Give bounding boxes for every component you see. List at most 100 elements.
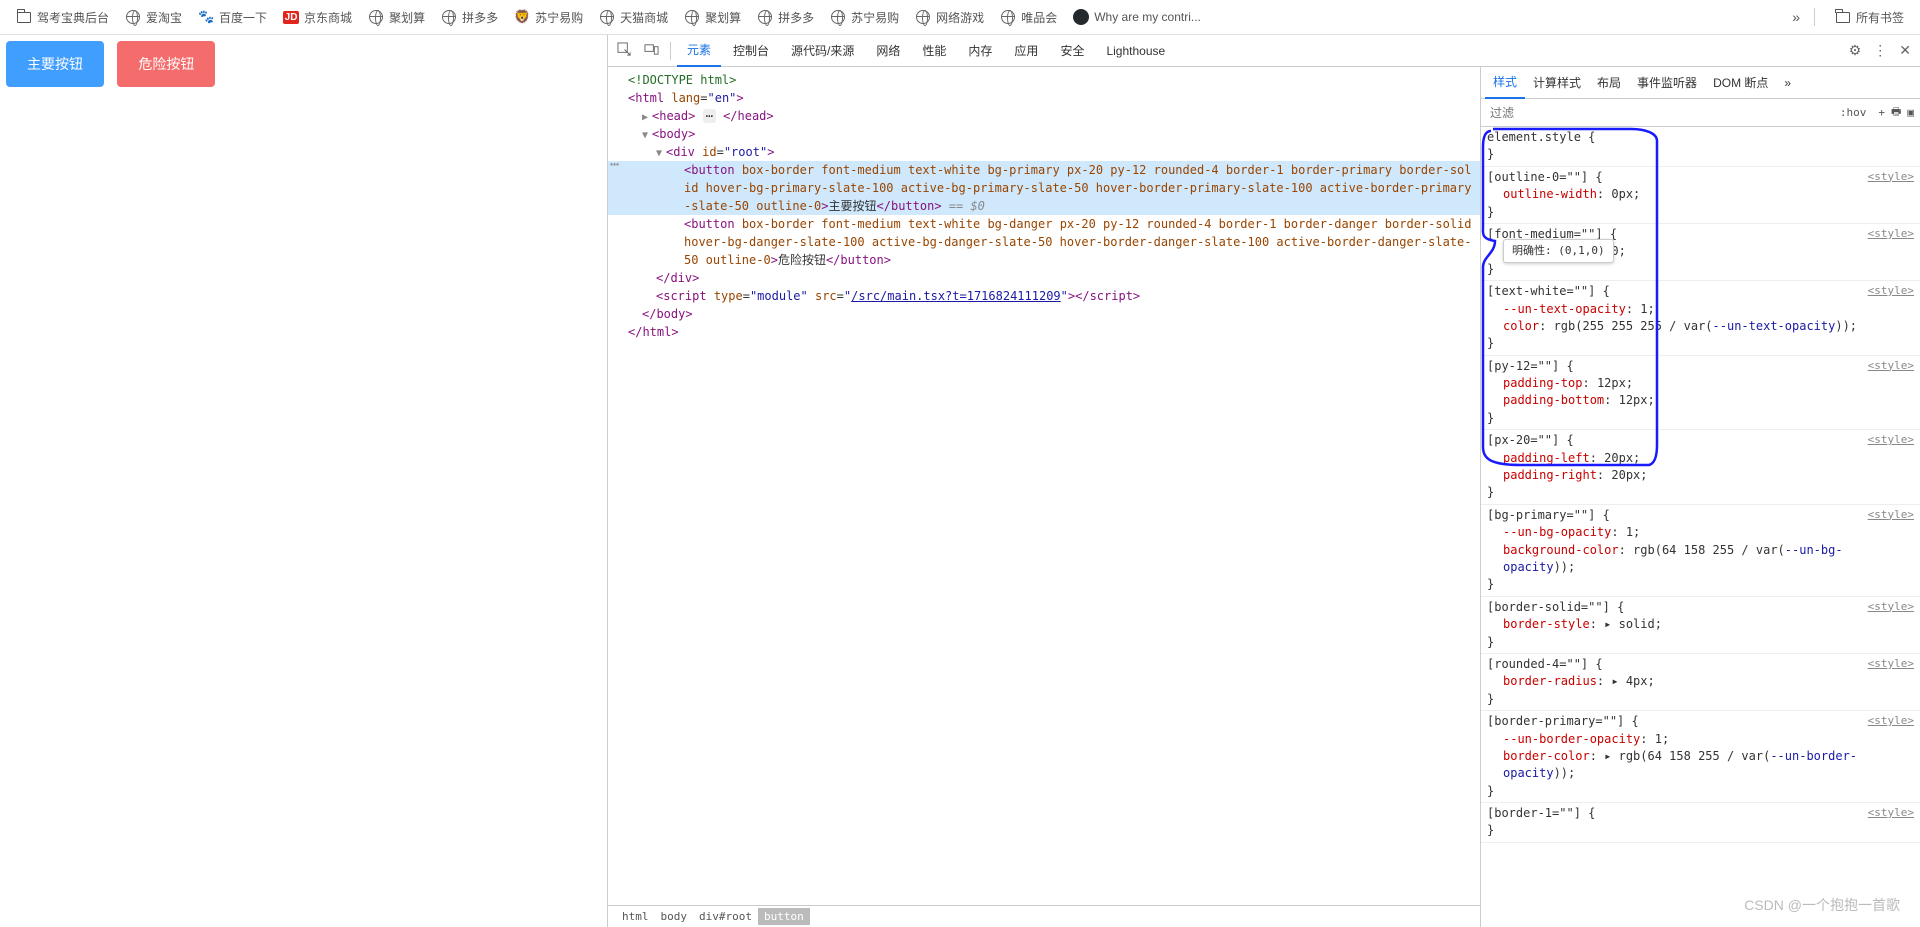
- bookmark-item[interactable]: 驾考宝典后台: [10, 6, 115, 29]
- dom-line[interactable]: <!DOCTYPE html>: [608, 71, 1480, 89]
- print-icon[interactable]: 🖶: [1891, 103, 1901, 122]
- dom-line[interactable]: ▶<head> ⋯ </head>: [608, 107, 1480, 125]
- devtools-body: <!DOCTYPE html><html lang="en">▶<head> ⋯…: [608, 67, 1920, 927]
- css-rule[interactable]: <style>[outline-0=""] {outline-width: 0p…: [1481, 167, 1920, 224]
- breadcrumb-item[interactable]: html: [616, 908, 655, 925]
- baidu-icon: 🐾: [198, 9, 214, 25]
- tab-network[interactable]: 网络: [866, 35, 910, 66]
- tab-application[interactable]: 应用: [1004, 35, 1048, 66]
- css-rule[interactable]: <style>[border-1=""] {}: [1481, 803, 1920, 843]
- dom-line[interactable]: <button box-border font-medium text-whit…: [608, 161, 1480, 215]
- dom-line[interactable]: </body>: [608, 305, 1480, 323]
- device-icon[interactable]: [639, 37, 664, 65]
- css-rule[interactable]: <style>[rounded-4=""] {border-radius: ▸ …: [1481, 654, 1920, 711]
- dom-line[interactable]: ▼<div id="root">: [608, 143, 1480, 161]
- bookmark-item[interactable]: Why are my contri...: [1067, 6, 1207, 28]
- tab-memory[interactable]: 内存: [958, 35, 1002, 66]
- box-icon[interactable]: ▣: [1907, 106, 1914, 119]
- bookmark-label: 苏宁易购: [535, 9, 583, 26]
- bookmark-item[interactable]: JD 京东商城: [277, 6, 358, 29]
- bookmark-overflow[interactable]: »: [1792, 9, 1800, 25]
- bookmark-label: 网络游戏: [936, 9, 984, 26]
- tab-lighthouse[interactable]: Lighthouse: [1096, 37, 1175, 65]
- tab-console[interactable]: 控制台: [723, 35, 779, 66]
- tab-sources[interactable]: 源代码/来源: [781, 35, 864, 66]
- bookmark-label: 天猫商城: [620, 9, 668, 26]
- dom-line[interactable]: <html lang="en">: [608, 89, 1480, 107]
- breadcrumb-item[interactable]: div#root: [693, 908, 758, 925]
- bookmark-label: 爱淘宝: [146, 9, 182, 26]
- dom-line[interactable]: <script type="module" src="/src/main.tsx…: [608, 287, 1480, 305]
- gear-icon[interactable]: ⚙: [1844, 37, 1867, 64]
- globe-icon: [684, 9, 700, 25]
- bookmark-item[interactable]: 🦁苏宁易购: [508, 6, 589, 29]
- jd-icon: JD: [283, 9, 299, 25]
- dom-line[interactable]: ▼<body>: [608, 125, 1480, 143]
- tab-styles[interactable]: 样式: [1485, 67, 1525, 99]
- more-icon[interactable]: ⋮: [1868, 37, 1892, 64]
- rule-source-link[interactable]: <style>: [1868, 169, 1914, 185]
- bookmark-item[interactable]: 聚划算: [678, 6, 747, 29]
- rule-source-link[interactable]: <style>: [1868, 656, 1914, 672]
- css-rule[interactable]: <style>[bg-primary=""] {--un-bg-opacity:…: [1481, 505, 1920, 597]
- tab-elements[interactable]: 元素: [677, 34, 721, 67]
- tab-listeners[interactable]: 事件监听器: [1629, 67, 1705, 98]
- tab-computed[interactable]: 计算样式: [1525, 67, 1589, 98]
- globe-icon: [441, 9, 457, 25]
- all-bookmarks[interactable]: 所有书签: [1829, 6, 1910, 29]
- folder-icon: [1835, 9, 1851, 25]
- globe-icon: [830, 9, 846, 25]
- breadcrumb-item[interactable]: button: [758, 908, 810, 925]
- breadcrumbs: htmlbodydiv#rootbutton: [608, 905, 1480, 927]
- rule-source-link[interactable]: <style>: [1868, 226, 1914, 242]
- tab-layout[interactable]: 布局: [1589, 67, 1629, 98]
- css-rule[interactable]: <style>[border-solid=""] {border-style: …: [1481, 597, 1920, 654]
- styles-filter-input[interactable]: [1487, 103, 1834, 123]
- add-rule-icon[interactable]: +: [1878, 106, 1885, 119]
- rule-source-link[interactable]: <style>: [1868, 599, 1914, 615]
- css-rule[interactable]: <style>[py-12=""] {padding-top: 12px;pad…: [1481, 356, 1920, 431]
- rule-source-link[interactable]: <style>: [1868, 713, 1914, 729]
- dom-menu-icon[interactable]: ⋯: [608, 153, 619, 176]
- tab-performance[interactable]: 性能: [912, 35, 956, 66]
- bookmark-item[interactable]: 🐾百度一下: [192, 6, 273, 29]
- styles-toolbar: :hov + 🖶 ▣: [1481, 99, 1920, 127]
- css-rule[interactable]: element.style {}: [1481, 127, 1920, 167]
- specificity-tooltip: 明确性: (0,1,0): [1503, 239, 1614, 263]
- css-rule[interactable]: <style>[px-20=""] {padding-left: 20px;pa…: [1481, 430, 1920, 505]
- bookmark-item[interactable]: 拼多多: [751, 6, 820, 29]
- styles-rules[interactable]: 明确性: (0,1,0) element.style {}<style>[out…: [1481, 127, 1920, 927]
- css-rule[interactable]: <style>[text-white=""] {--un-text-opacit…: [1481, 281, 1920, 356]
- inspect-icon[interactable]: [612, 37, 637, 65]
- danger-button[interactable]: 危险按钮: [117, 41, 215, 87]
- bookmark-item[interactable]: 爱淘宝: [119, 6, 188, 29]
- rule-source-link[interactable]: <style>: [1868, 358, 1914, 374]
- primary-button[interactable]: 主要按钮: [6, 41, 104, 87]
- tab-dom-breakpoints[interactable]: DOM 断点: [1705, 67, 1776, 98]
- globe-icon: [757, 9, 773, 25]
- rule-source-link[interactable]: <style>: [1868, 507, 1914, 523]
- tab-more[interactable]: »: [1776, 69, 1799, 97]
- bookmark-item[interactable]: 苏宁易购: [824, 6, 905, 29]
- bookmark-label: 京东商城: [304, 9, 352, 26]
- dom-line[interactable]: </div>: [608, 269, 1480, 287]
- close-icon[interactable]: ✕: [1894, 37, 1916, 64]
- dom-line[interactable]: <button box-border font-medium text-whit…: [608, 215, 1480, 269]
- rule-source-link[interactable]: <style>: [1868, 432, 1914, 448]
- bookmark-item[interactable]: 唯品会: [994, 6, 1063, 29]
- hov-toggle[interactable]: :hov: [1840, 106, 1867, 119]
- dom-line[interactable]: </html>: [608, 323, 1480, 341]
- rule-source-link[interactable]: <style>: [1868, 805, 1914, 821]
- rule-source-link[interactable]: <style>: [1868, 283, 1914, 299]
- bookmark-item[interactable]: 聚划算: [362, 6, 431, 29]
- bookmark-label: Why are my contri...: [1094, 10, 1201, 24]
- bookmark-label: 拼多多: [778, 9, 814, 26]
- bookmark-label: 苏宁易购: [851, 9, 899, 26]
- breadcrumb-item[interactable]: body: [655, 908, 694, 925]
- bookmark-item[interactable]: 天猫商城: [593, 6, 674, 29]
- dom-tree[interactable]: <!DOCTYPE html><html lang="en">▶<head> ⋯…: [608, 67, 1480, 905]
- bookmark-item[interactable]: 拼多多: [435, 6, 504, 29]
- tab-security[interactable]: 安全: [1050, 35, 1094, 66]
- css-rule[interactable]: <style>[border-primary=""] {--un-border-…: [1481, 711, 1920, 803]
- bookmark-item[interactable]: 网络游戏: [909, 6, 990, 29]
